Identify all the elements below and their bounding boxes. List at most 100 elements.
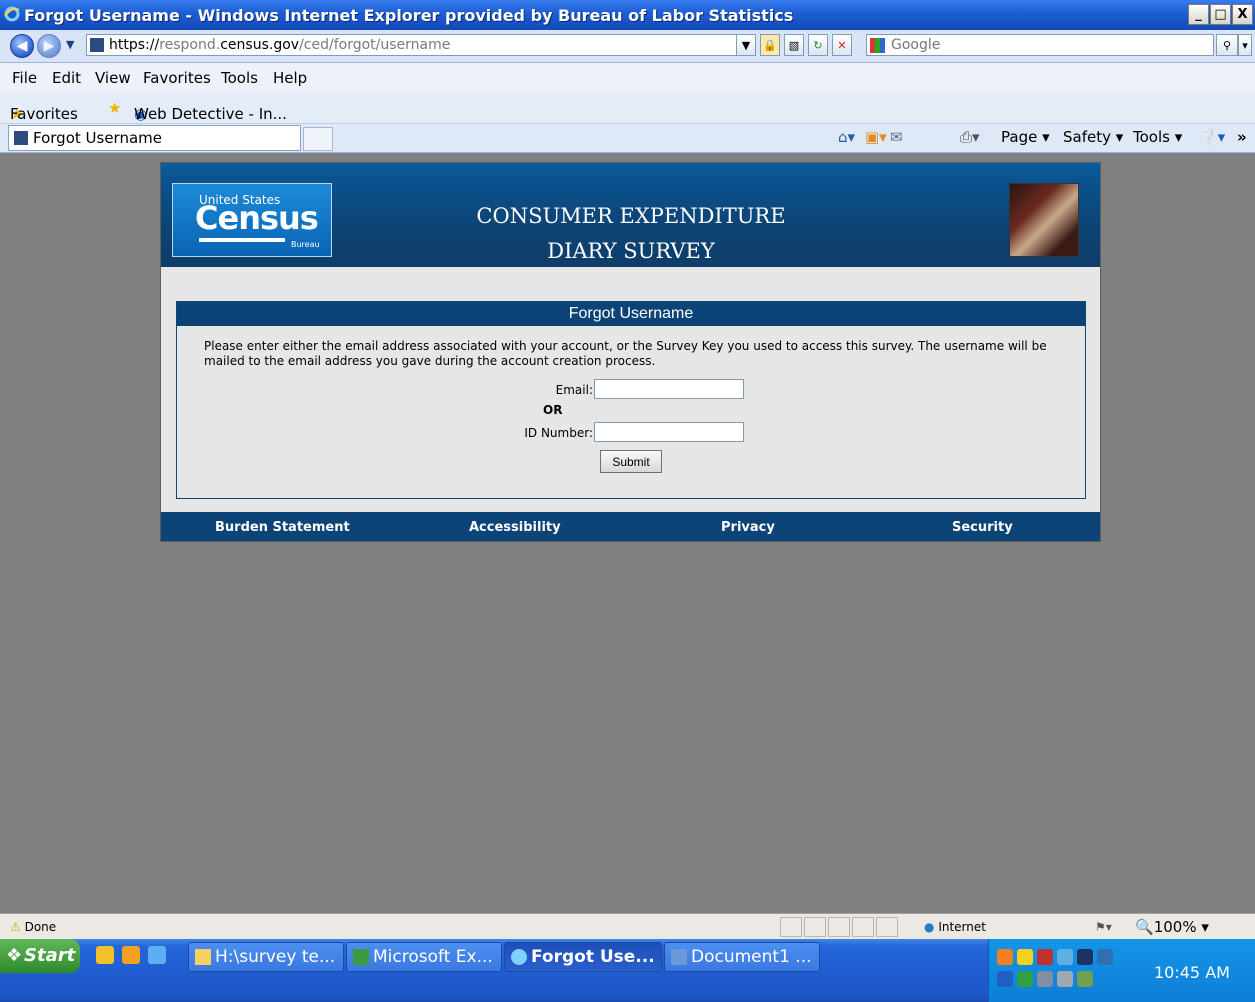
menu-help[interactable]: Help (273, 69, 307, 87)
ie-quicklaunch-icon[interactable] (96, 946, 114, 964)
search-button[interactable]: ⚲ (1216, 34, 1238, 56)
url-host: census.gov (220, 37, 300, 53)
search-input[interactable]: Google (866, 34, 1214, 56)
census-logo[interactable]: United States Census Bureau (172, 183, 332, 257)
stop-icon[interactable]: ✕ (832, 34, 852, 56)
address-bar[interactable]: https://respond.census.gov/ced/forgot/us… (86, 34, 752, 56)
footer-link-security[interactable]: Security (952, 520, 1013, 535)
tray-antivirus-icon[interactable] (1037, 949, 1053, 965)
logo-bureau-text: Bureau (291, 240, 320, 249)
tray-music-icon[interactable] (1097, 949, 1113, 965)
search-placeholder: Google (891, 37, 941, 53)
footer-link-burden-statement[interactable]: Burden Statement (215, 520, 350, 535)
url-subdomain: respond. (159, 37, 221, 53)
zone-text: Internet (938, 920, 986, 934)
url-scheme: https:// (109, 37, 160, 53)
start-button[interactable]: ❖ Start (0, 939, 80, 973)
page-menu[interactable]: Page ▾ (1001, 128, 1050, 146)
safety-menu[interactable]: Safety ▾ (1063, 128, 1123, 146)
mail-icon[interactable]: ✉ (890, 128, 903, 146)
folder-icon (195, 949, 211, 965)
help-icon[interactable]: ❔▾ (1199, 128, 1225, 146)
favorites-label: Favorites (10, 105, 78, 123)
banner-photo (1009, 183, 1079, 257)
favorites-bar: ★ Favorites ★ ◉ Web Detective - In... (0, 93, 1255, 124)
tray-update-icon[interactable] (1077, 971, 1093, 987)
add-favorite-icon[interactable]: ★ (108, 99, 121, 117)
tray-network-icon[interactable] (1057, 949, 1073, 965)
task-label: H:\survey te... (215, 947, 336, 967)
tools-menu[interactable]: Tools ▾ (1133, 128, 1182, 146)
forward-button[interactable]: ▶ (37, 34, 61, 58)
submit-button[interactable]: Submit (600, 450, 662, 473)
task-internet-explorer-window[interactable]: Forgot Use... (504, 942, 662, 972)
status-pane (780, 917, 802, 937)
print-icon[interactable]: ⎙▾ (960, 128, 980, 146)
tray-app-icon[interactable] (997, 949, 1013, 965)
survey-title-line2: DIARY SURVEY (547, 239, 715, 263)
tray-volume-icon[interactable] (1037, 971, 1053, 987)
tray-nvidia-icon[interactable] (1017, 971, 1033, 987)
feeds-icon[interactable]: ▣▾ (865, 128, 887, 146)
tray-monitor-icon[interactable] (997, 971, 1013, 987)
new-tab-button[interactable] (303, 127, 333, 151)
email-field[interactable] (594, 379, 744, 399)
address-toolbar: ◀ ▶ ▼ https://respond.census.gov/ced/for… (0, 30, 1255, 63)
history-dropdown-icon[interactable]: ▼ (66, 38, 74, 51)
tray-lock-icon[interactable] (1017, 949, 1033, 965)
survey-title: CONSUMER EXPENDITURE DIARY SURVEY (411, 199, 851, 269)
maximize-button[interactable]: □ (1210, 4, 1231, 25)
tab-forgot-username[interactable]: Forgot Username (8, 125, 301, 151)
page-footer: Burden Statement Accessibility Privacy S… (161, 512, 1100, 541)
zoom-icon: 🔍 (1135, 918, 1154, 936)
tray-settings-icon[interactable] (1057, 971, 1073, 987)
status-pane (804, 917, 826, 937)
menu-edit[interactable]: Edit (52, 69, 81, 87)
window-title-bar[interactable]: Forgot Username - Windows Internet Explo… (0, 0, 1255, 30)
globe-icon: ● (924, 920, 935, 934)
menu-tools[interactable]: Tools (221, 69, 258, 87)
zoom-control[interactable]: 🔍100% ▾ (1135, 918, 1209, 936)
compatibility-view-icon[interactable]: ▧ (784, 34, 804, 56)
protected-mode-icon[interactable]: ⚑▾ (1095, 920, 1112, 934)
warning-icon: ⚠ (10, 920, 21, 934)
menu-view[interactable]: View (95, 69, 131, 87)
status-message: ⚠ Done (10, 920, 56, 934)
task-word-document-window[interactable]: Document1 ... (664, 942, 820, 972)
internet-explorer-icon (4, 6, 20, 22)
refresh-icon[interactable]: ↻ (808, 34, 828, 56)
email-label: Email: (555, 383, 593, 397)
id-number-field[interactable] (594, 422, 744, 442)
start-label: Start (24, 945, 76, 966)
task-explorer-window[interactable]: H:\survey te... (188, 942, 344, 972)
menu-favorites[interactable]: Favorites (143, 69, 211, 87)
internet-explorer-icon (511, 949, 527, 965)
logo-census-text: Census (195, 199, 319, 237)
status-pane (828, 917, 850, 937)
search-options-icon[interactable]: ▾ (1238, 34, 1252, 56)
back-button[interactable]: ◀ (10, 34, 34, 58)
site-favicon-icon (14, 131, 28, 145)
address-dropdown-button[interactable]: ▼ (736, 34, 756, 56)
security-zone[interactable]: ● Internet (924, 920, 986, 934)
footer-link-accessibility[interactable]: Accessibility (469, 520, 561, 535)
site-favicon-icon (90, 38, 104, 52)
task-label: Forgot Use... (531, 947, 655, 967)
menu-file[interactable]: File (12, 69, 37, 87)
excel-icon (353, 949, 369, 965)
tray-display-icon[interactable] (1077, 949, 1093, 965)
id-number-label: ID Number: (524, 426, 593, 440)
task-excel-window[interactable]: Microsoft Ex... (346, 942, 502, 972)
close-button[interactable]: X (1232, 4, 1253, 25)
windows-logo-icon: ❖ (6, 945, 23, 966)
minimize-button[interactable]: _ (1188, 4, 1209, 25)
desktop-quicklaunch-icon[interactable] (148, 946, 166, 964)
clock[interactable]: 10:45 AM (1154, 963, 1230, 982)
lock-icon[interactable]: 🔒 (760, 34, 780, 56)
status-pane (852, 917, 874, 937)
outlook-quicklaunch-icon[interactable] (122, 946, 140, 964)
home-icon[interactable]: ⌂▾ (838, 128, 855, 146)
logo-underline (199, 238, 285, 242)
footer-link-privacy[interactable]: Privacy (721, 520, 775, 535)
more-commands-chevron-icon[interactable]: » (1237, 128, 1247, 146)
